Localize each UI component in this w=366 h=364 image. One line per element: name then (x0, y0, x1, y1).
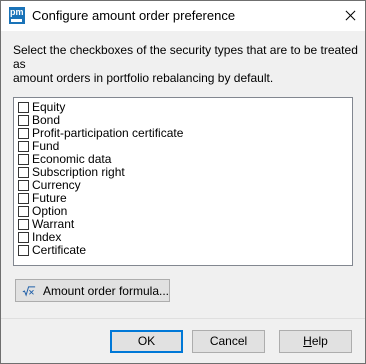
help-label-rest: elp (311, 334, 328, 348)
formula-icon (22, 285, 36, 297)
app-icon-text: pm (10, 7, 24, 17)
dialog-content: Select the checkboxes of the security ty… (1, 31, 365, 318)
app-icon: pm (9, 7, 25, 24)
checkbox[interactable] (18, 154, 29, 165)
checkbox[interactable] (18, 141, 29, 152)
security-type-list: Equity Bond Profit-participation certifi… (13, 97, 353, 266)
checkbox[interactable] (18, 115, 29, 126)
instruction-text: Select the checkboxes of the security ty… (13, 43, 358, 85)
cancel-button[interactable]: Cancel (192, 330, 265, 353)
amount-order-formula-button[interactable]: Amount order formula... (15, 279, 170, 302)
close-icon[interactable] (335, 1, 365, 31)
help-mnemonic: H (303, 334, 312, 348)
list-item-certificate[interactable]: Certificate (18, 244, 86, 257)
help-button[interactable]: Help (279, 330, 352, 353)
checkbox[interactable] (18, 193, 29, 204)
window-title: Configure amount order preference (32, 8, 236, 23)
checkbox[interactable] (18, 232, 29, 243)
checkbox[interactable] (18, 245, 29, 256)
checkbox[interactable] (18, 102, 29, 113)
list-item-label: Certificate (32, 243, 87, 257)
amount-order-formula-label: Amount order formula... (42, 283, 169, 298)
checkbox[interactable] (18, 167, 29, 178)
title-bar: pm Configure amount order preference (1, 1, 365, 31)
checkbox[interactable] (18, 180, 29, 191)
checkbox[interactable] (18, 219, 29, 230)
ok-button[interactable]: OK (110, 330, 183, 353)
dialog-window: pm Configure amount order preference Sel… (0, 0, 366, 364)
button-bar: OK Cancel Help (1, 318, 365, 363)
checkbox[interactable] (18, 206, 29, 217)
checkbox[interactable] (18, 128, 29, 139)
